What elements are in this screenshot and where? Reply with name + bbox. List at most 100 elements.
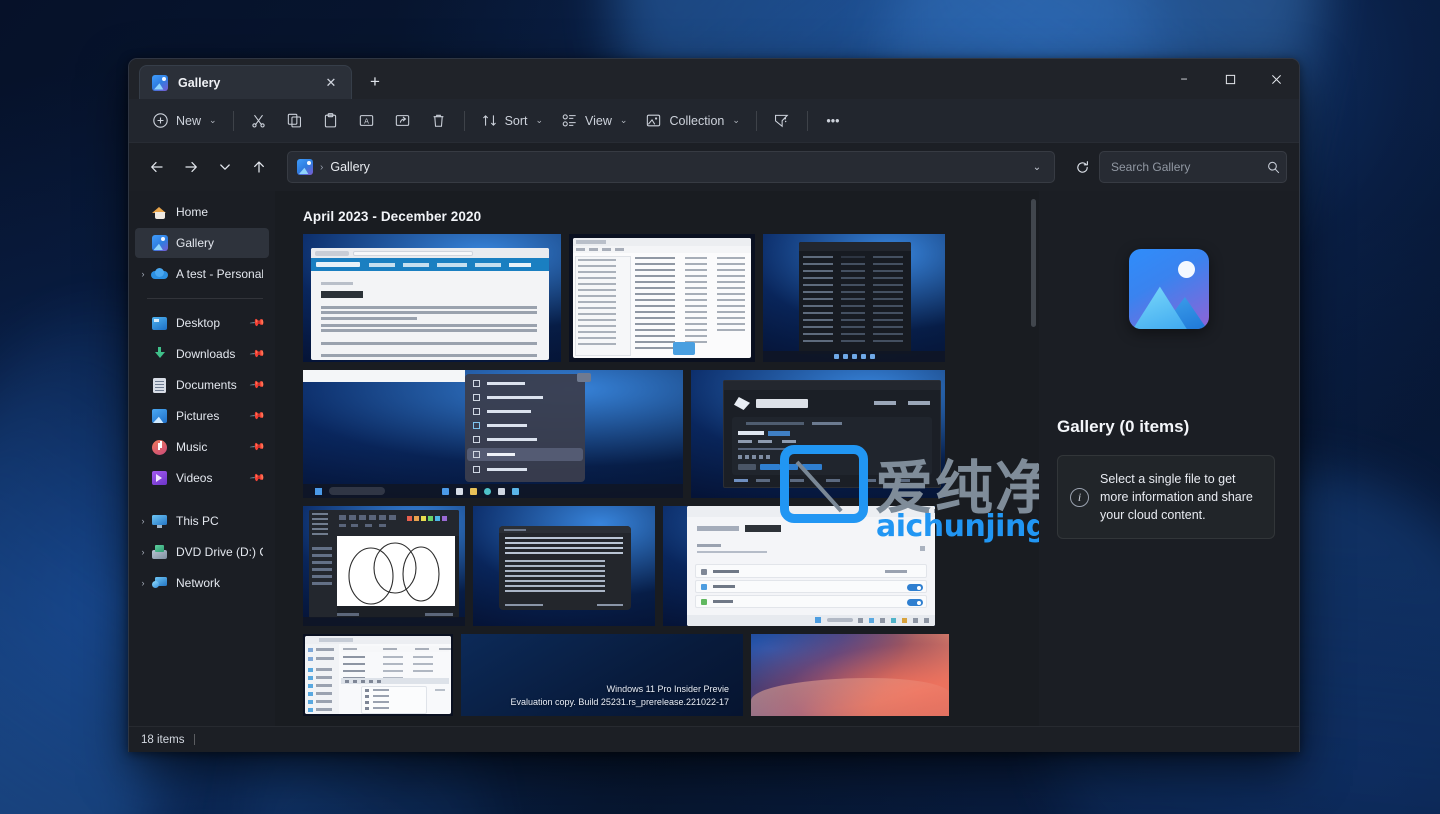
tab-title: Gallery [178, 76, 220, 90]
separator [464, 111, 465, 131]
more-options-button[interactable]: ••• [815, 105, 851, 137]
thumbnail-explorer-context[interactable] [303, 634, 453, 716]
delete-button[interactable] [421, 105, 457, 137]
thumbnail-settings-taskbar[interactable] [663, 506, 935, 626]
breadcrumb-label[interactable]: Gallery [330, 160, 370, 174]
paste-button[interactable] [313, 105, 349, 137]
collection-icon [645, 112, 662, 129]
expander-chevron-right-icon[interactable]: › [135, 548, 151, 557]
desktop-background: Gallery ✕ + − New ⌄ [0, 0, 1440, 814]
search-box[interactable] [1099, 151, 1287, 183]
pin-icon: 📌 [248, 439, 265, 455]
cut-icon [250, 112, 267, 129]
pin-icon: 📌 [248, 315, 265, 331]
address-chevron-down-icon[interactable]: ⌄ [1024, 154, 1050, 180]
content-scrollbar[interactable] [1031, 199, 1036, 718]
sidebar-item-label: Pictures [176, 409, 219, 423]
filter-icon [773, 112, 790, 129]
close-tab-button[interactable]: ✕ [319, 71, 343, 95]
expander-chevron-right-icon[interactable]: › [135, 517, 151, 526]
sidebar-item-gallery[interactable]: Gallery [135, 228, 269, 258]
downloads-icon [151, 346, 168, 363]
sidebar-item-label: Network [176, 576, 220, 590]
expander-chevron-right-icon[interactable]: › [135, 579, 151, 588]
copy-icon [286, 112, 303, 129]
breadcrumb-gallery-icon [297, 159, 313, 175]
gallery-icon [151, 235, 168, 252]
cut-button[interactable] [241, 105, 277, 137]
collection-button[interactable]: Collection ⌄ [636, 105, 748, 137]
details-pane: Gallery (0 items) i Select a single file… [1039, 191, 1299, 726]
sidebar-item-desktop[interactable]: Desktop 📌 [135, 308, 269, 338]
sidebar-item-this-pc[interactable]: › This PC [135, 506, 269, 536]
pin-icon: 📌 [248, 470, 265, 486]
recent-locations-button[interactable] [209, 151, 241, 183]
this-pc-icon [151, 513, 168, 530]
sidebar-item-label: Music [176, 440, 207, 454]
thumbnail-taskbar-context-menu[interactable] [303, 370, 683, 498]
music-icon [151, 439, 168, 456]
forward-button[interactable] [175, 151, 207, 183]
share-button[interactable] [385, 105, 421, 137]
thumbnail-paint-circles[interactable] [303, 506, 465, 626]
sidebar-item-music[interactable]: Music 📌 [135, 432, 269, 462]
sidebar-item-dvd-drive[interactable]: › DVD Drive (D:) CCC [135, 537, 269, 567]
thumbnail-browser-about-us[interactable] [303, 234, 561, 362]
rename-button[interactable]: A [349, 105, 385, 137]
rename-icon: A [358, 112, 375, 129]
thumbnail-grid: Windows 11 Pro Insider Previe Evaluation… [303, 234, 963, 716]
copy-button[interactable] [277, 105, 313, 137]
thumbnail-build-watermark[interactable]: Windows 11 Pro Insider Previe Evaluation… [461, 634, 743, 716]
build-line-2: Evaluation copy. Build 25231.rs_prerelea… [511, 697, 729, 707]
thumbnail-windhawk-app[interactable] [691, 370, 945, 498]
new-tab-button[interactable]: + [358, 67, 392, 97]
pin-icon: 📌 [248, 408, 265, 424]
separator [233, 111, 234, 131]
home-icon [151, 204, 168, 221]
sidebar-item-network[interactable]: › Network [135, 568, 269, 598]
file-explorer-window: Gallery ✕ + − New ⌄ [128, 58, 1300, 752]
collection-label: Collection [669, 114, 724, 128]
search-input[interactable] [1111, 160, 1266, 174]
sidebar-item-videos[interactable]: Videos 📌 [135, 463, 269, 493]
share-icon [394, 112, 411, 129]
onedrive-icon [151, 266, 168, 283]
documents-icon [151, 377, 168, 394]
sidebar-divider [147, 298, 263, 299]
scrollbar-thumb[interactable] [1031, 199, 1036, 327]
navigation-pane: Home Gallery › A test - Personal Desktop [129, 191, 275, 726]
sidebar-item-onedrive[interactable]: › A test - Personal [135, 259, 269, 289]
separator [807, 111, 808, 131]
sidebar-item-downloads[interactable]: Downloads 📌 [135, 339, 269, 369]
filter-button[interactable] [764, 105, 800, 137]
up-button[interactable] [243, 151, 275, 183]
sidebar-item-documents[interactable]: Documents 📌 [135, 370, 269, 400]
dvd-drive-icon [151, 544, 168, 561]
sidebar-item-home[interactable]: Home [135, 197, 269, 227]
minimize-button[interactable]: − [1161, 59, 1207, 99]
videos-icon [151, 470, 168, 487]
thumbnail-terminal-overlay[interactable] [473, 506, 655, 626]
thumbnail-dark-taskmgr-desktop[interactable] [763, 234, 945, 362]
thumbnail-abstract-gradient[interactable] [751, 634, 949, 716]
thumbnail-file-list-window[interactable] [569, 234, 755, 362]
navigation-bar: › Gallery ⌄ [129, 143, 1299, 191]
address-bar[interactable]: › Gallery ⌄ [287, 151, 1055, 183]
back-button[interactable] [141, 151, 173, 183]
desktop-icon [151, 315, 168, 332]
details-title: Gallery (0 items) [1057, 417, 1189, 437]
expander-chevron-right-icon[interactable]: › [135, 270, 151, 279]
refresh-button[interactable] [1067, 152, 1097, 182]
maximize-button[interactable] [1207, 59, 1253, 99]
close-window-button[interactable] [1253, 59, 1299, 99]
gallery-content-pane: April 2023 - December 2020 [275, 191, 1039, 726]
svg-text:A: A [364, 117, 369, 126]
new-button[interactable]: New ⌄ [143, 105, 226, 137]
sidebar-item-pictures[interactable]: Pictures 📌 [135, 401, 269, 431]
chevron-down-icon: ⌄ [732, 115, 740, 126]
tab-gallery[interactable]: Gallery ✕ [139, 65, 352, 99]
sort-button[interactable]: Sort ⌄ [472, 105, 552, 137]
view-button[interactable]: View ⌄ [552, 105, 636, 137]
plus-circle-icon [152, 112, 169, 129]
details-info-card: i Select a single file to get more infor… [1057, 455, 1275, 539]
